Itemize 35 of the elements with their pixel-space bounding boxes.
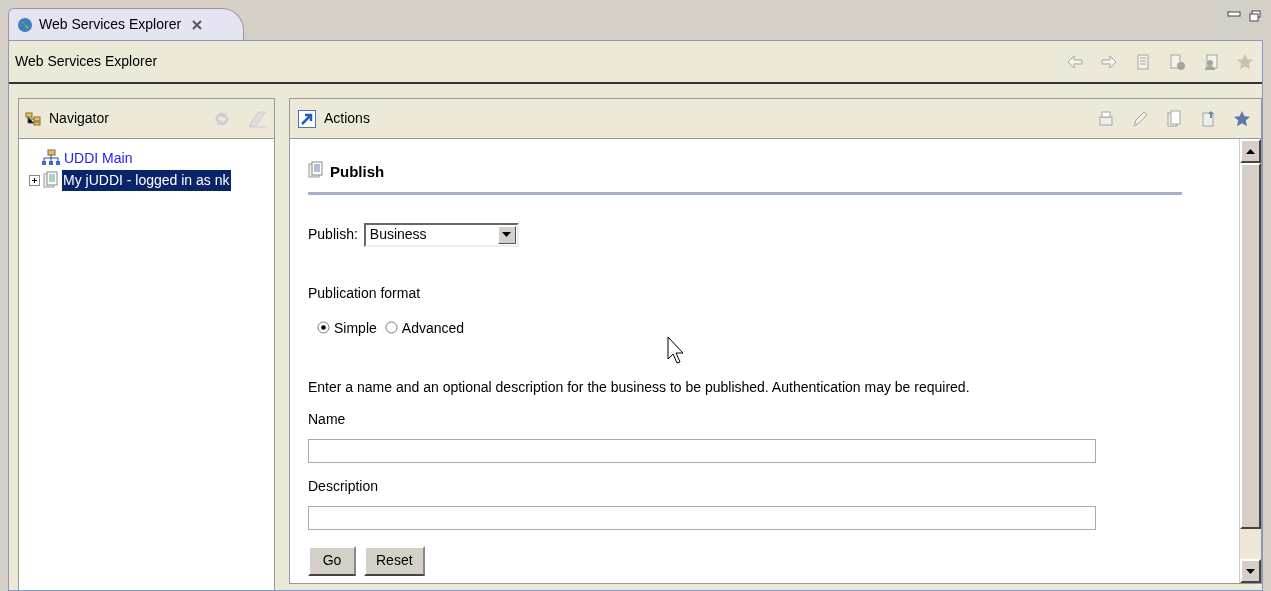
cursor-icon bbox=[667, 336, 685, 366]
eraser-icon[interactable] bbox=[246, 108, 268, 129]
radio-option[interactable]: Advanced bbox=[384, 315, 465, 339]
group-label: Publication format bbox=[308, 283, 422, 303]
tree-item[interactable]: My jUDDI - logged in as nk bbox=[62, 169, 231, 191]
document-icon bbox=[308, 161, 324, 180]
panel-title: Actions bbox=[324, 109, 370, 128]
document-icon bbox=[43, 171, 59, 189]
tab-label: Web Services Explorer bbox=[39, 15, 182, 34]
toolbar-title: Web Services Explorer bbox=[15, 52, 158, 71]
scrollbar[interactable] bbox=[1239, 139, 1261, 583]
form-button[interactable]: Reset bbox=[364, 545, 425, 576]
panel-title: Navigator bbox=[49, 109, 109, 128]
text-field[interactable] bbox=[308, 438, 1096, 463]
field-label: Description bbox=[308, 476, 380, 496]
form-button[interactable]: Go bbox=[308, 545, 356, 576]
instructions-text: Enter a name and an optional description for the business to be published. Authentication may be required. bbox=[308, 377, 971, 397]
down-arrow-icon[interactable] bbox=[1246, 568, 1255, 574]
field-label: Name bbox=[308, 409, 347, 429]
editor-tab[interactable]: Web Services Explorer bbox=[8, 8, 245, 40]
restore-icon[interactable] bbox=[1249, 10, 1261, 22]
hierarchy-icon bbox=[41, 149, 61, 167]
type-dropdown[interactable]: Business bbox=[363, 222, 519, 247]
close-icon[interactable] bbox=[191, 18, 204, 31]
minimize-icon[interactable] bbox=[1227, 10, 1241, 18]
tree-icon bbox=[25, 111, 43, 126]
radio-option[interactable]: Simple bbox=[317, 315, 377, 339]
caret-icon bbox=[502, 232, 512, 237]
up-arrow-icon[interactable] bbox=[1246, 148, 1255, 154]
field-label: Publish: bbox=[308, 225, 358, 244]
globe-icon bbox=[17, 16, 33, 33]
tree-item[interactable]: UDDI Main bbox=[63, 147, 134, 169]
expand-icon[interactable] bbox=[29, 174, 40, 186]
text-field[interactable] bbox=[308, 505, 1096, 530]
section-heading: Publish bbox=[330, 162, 385, 182]
